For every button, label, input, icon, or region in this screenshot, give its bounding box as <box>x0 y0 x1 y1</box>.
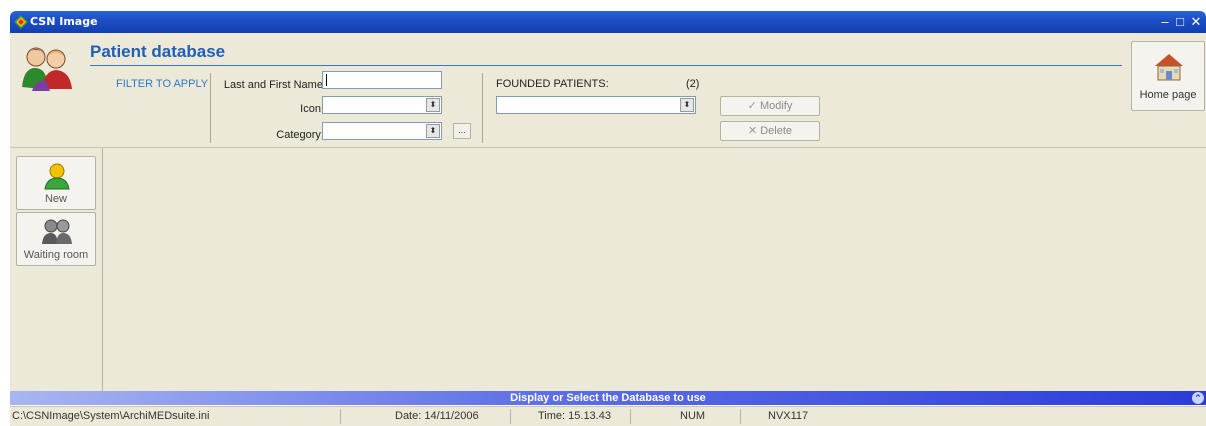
info-bar-text: Display or Select the Database to use <box>510 392 706 404</box>
status-code: NVX117 <box>768 410 809 422</box>
people-gray-icon <box>42 219 72 244</box>
home-page-button[interactable]: Home page <box>1131 41 1205 111</box>
status-date: Date: 14/11/2006 <box>395 410 479 422</box>
checkmark-icon: ✓ <box>747 100 757 112</box>
status-time: Time: 15.13.43 <box>538 410 611 422</box>
new-label: New <box>44 193 67 205</box>
close-button[interactable]: ✕ <box>1186 13 1206 31</box>
chevron-updown-icon: ⬍ <box>426 98 440 112</box>
status-path: C:\CSNImage\System\ArchiMEDsuite.ini <box>12 410 210 422</box>
icon-select[interactable]: ⬍ <box>322 96 442 114</box>
title-divider <box>90 65 1122 66</box>
collapse-chevron-icon[interactable]: ⌃ <box>1192 392 1204 404</box>
info-bar: Display or Select the Database to use ⌃ <box>10 391 1206 405</box>
status-bar: C:\CSNImage\System\ArchiMEDsuite.ini Dat… <box>10 406 1206 426</box>
category-select[interactable]: ⬍ <box>322 122 442 140</box>
person-green-icon <box>44 163 70 190</box>
chevron-updown-icon: ⬍ <box>426 124 440 138</box>
patients-logo-icon <box>22 47 72 91</box>
category-browse-button[interactable]: ... <box>453 123 471 139</box>
home-page-label: Home page <box>1139 89 1197 101</box>
status-divider <box>740 409 741 424</box>
divider <box>482 73 483 143</box>
name-input[interactable] <box>322 71 442 89</box>
main-content-area <box>103 148 1206 391</box>
modify-label: Modify <box>759 100 793 112</box>
status-divider <box>630 409 631 424</box>
house-icon <box>1155 54 1183 81</box>
text-cursor <box>326 74 327 86</box>
waiting-room-button[interactable]: Waiting room <box>16 212 96 266</box>
status-divider <box>340 409 341 424</box>
category-label: Category: <box>276 129 324 141</box>
patients-select[interactable]: ⬍ <box>496 96 696 114</box>
icon-label: Icon: <box>300 103 324 115</box>
status-divider <box>510 409 511 424</box>
page-title: Patient database <box>90 42 226 61</box>
status-num: NUM <box>680 410 706 422</box>
header-panel: Patient database FILTER TO APPLY Last an… <box>10 33 1206 148</box>
founded-patients-label: FOUNDED PATIENTS: <box>496 78 609 90</box>
modify-button[interactable]: ✓ Modify <box>720 96 820 116</box>
delete-x-icon: ✕ <box>747 125 758 137</box>
filter-label: FILTER TO APPLY <box>116 78 209 90</box>
delete-label: Delete <box>760 125 793 137</box>
window-title: CSN Image <box>30 15 98 28</box>
app-diamond-icon <box>14 15 28 29</box>
left-toolbar: New Waiting room <box>10 148 103 391</box>
founded-patients-count: (2) <box>686 78 700 90</box>
new-patient-button[interactable]: New <box>16 156 96 210</box>
chevron-updown-icon: ⬍ <box>680 98 694 112</box>
divider <box>210 73 211 143</box>
waiting-room-label: Waiting room <box>23 249 89 261</box>
delete-button[interactable]: ✕ Delete <box>720 121 820 141</box>
name-label: Last and First Name: <box>223 79 326 91</box>
title-bar: CSN Image – □ ✕ <box>10 11 1206 33</box>
